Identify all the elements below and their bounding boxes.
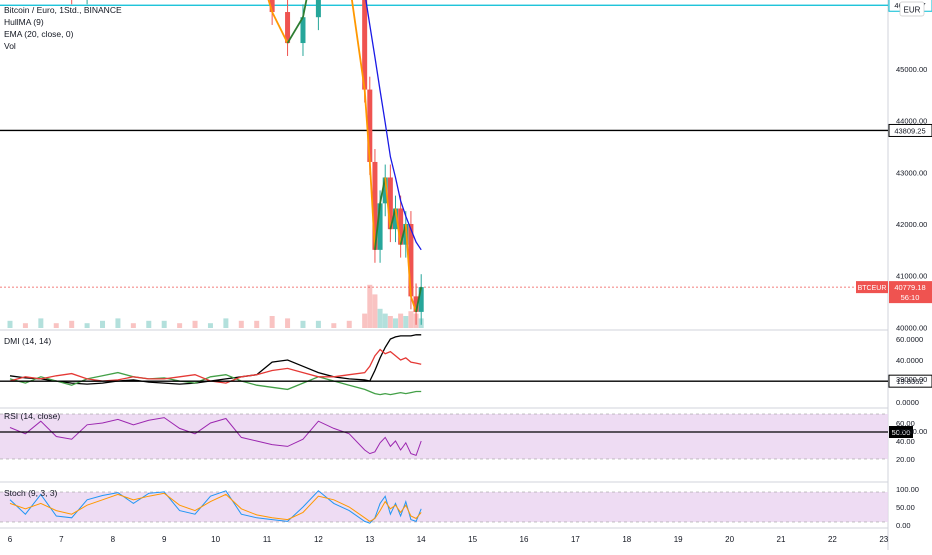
volume-bars xyxy=(7,284,424,328)
x-tick-label: 14 xyxy=(417,535,426,544)
volume-bar xyxy=(192,320,198,328)
indicator-lines xyxy=(267,0,423,313)
indicator-hull: HullMA (9) xyxy=(4,17,44,27)
volume-bar xyxy=(269,316,275,328)
volume-bar xyxy=(130,323,136,328)
volume-bar xyxy=(38,318,44,328)
volume-bar xyxy=(7,320,13,328)
volume-bar xyxy=(100,320,106,328)
volume-bar xyxy=(403,316,409,328)
x-tick-label: 21 xyxy=(777,535,786,544)
symbol-label: BTCEUR xyxy=(858,285,887,292)
stoch-tick-label: 100.00 xyxy=(896,485,919,494)
countdown-label: 56:10 xyxy=(901,293,920,302)
volume-bar xyxy=(238,320,244,328)
dmi-tick-label: 60.0000 xyxy=(896,335,923,344)
dmi-tick-label: 40.0000 xyxy=(896,356,923,365)
level-label: 43809.25 xyxy=(894,126,925,135)
volume-bar xyxy=(223,318,229,328)
volume-bar xyxy=(346,320,352,328)
indicator-ema: EMA (20, close, 0) xyxy=(4,29,74,39)
price-tick-label: 43000.00 xyxy=(896,168,927,177)
volume-bar xyxy=(408,311,414,328)
x-tick-label: 16 xyxy=(520,535,529,544)
volume-bar xyxy=(146,320,152,328)
price-tick-label: 44000.00 xyxy=(896,117,927,126)
volume-bar xyxy=(69,320,75,328)
price-tick-label: 39000.00 xyxy=(896,375,927,384)
x-tick-label: 8 xyxy=(111,535,116,544)
volume-bar xyxy=(393,318,398,328)
volume-bar xyxy=(177,323,183,328)
candle-body xyxy=(315,0,321,18)
volume-bar xyxy=(115,318,121,328)
x-tick-label: 10 xyxy=(211,535,220,544)
stoch-band xyxy=(0,492,888,522)
price-tick-label: 45000.00 xyxy=(896,65,927,74)
volume-bar xyxy=(254,320,260,328)
rsi-tick-label: 40.00 xyxy=(896,437,915,446)
volume-bar xyxy=(53,323,59,328)
x-tick-label: 15 xyxy=(468,535,477,544)
volume-bar xyxy=(161,320,167,328)
volume-bar xyxy=(22,323,28,328)
x-tick-label: 17 xyxy=(571,535,580,544)
x-tick-label: 19 xyxy=(674,535,683,544)
rsi-band xyxy=(0,414,888,459)
chart-root: 50057.4549213.5247917.3547224.8746231.27… xyxy=(0,0,932,550)
x-tick-label: 7 xyxy=(59,535,64,544)
stoch-tick-label: 50.00 xyxy=(896,503,915,512)
volume-bar xyxy=(331,323,337,328)
currency-badge-label: EUR xyxy=(904,6,921,15)
volume-bar xyxy=(362,313,368,328)
volume-bar xyxy=(300,320,306,328)
x-tick-label: 20 xyxy=(725,535,734,544)
dmi-minus-line xyxy=(9,348,422,384)
volume-bar xyxy=(377,308,383,328)
indicator-vol: Vol xyxy=(4,41,16,51)
dmi-tick-label: 0.0000 xyxy=(896,398,919,407)
dmi-title: DMI (14, 14) xyxy=(4,336,51,346)
x-tick-label: 22 xyxy=(828,535,837,544)
x-tick-label: 23 xyxy=(879,535,888,544)
price-levels: 50057.4549213.5247917.3547224.8746231.27… xyxy=(0,0,932,304)
chart-title: Bitcoin / Euro, 1Std., BINANCE xyxy=(4,5,122,15)
volume-bar xyxy=(315,320,321,328)
price-tick-label: 42000.00 xyxy=(896,220,927,229)
volume-bar xyxy=(387,316,393,328)
volume-bar xyxy=(84,323,90,328)
volume-bar xyxy=(367,284,373,328)
volume-bar xyxy=(382,313,388,328)
volume-bar xyxy=(285,318,291,328)
stoch-title: Stoch (9, 3, 3) xyxy=(4,488,58,498)
x-tick-label: 18 xyxy=(622,535,631,544)
x-tick-label: 6 xyxy=(8,535,13,544)
x-tick-label: 13 xyxy=(365,535,374,544)
rsi-title: RSI (14, close) xyxy=(4,411,60,421)
volume-bar xyxy=(372,294,378,328)
stoch-tick-label: 0.00 xyxy=(896,521,911,530)
x-tick-label: 9 xyxy=(162,535,167,544)
chart-svg: 50057.4549213.5247917.3547224.8746231.27… xyxy=(0,0,932,550)
price-tick-label: 40000.00 xyxy=(896,323,927,332)
price-tick-label: 41000.00 xyxy=(896,272,927,281)
rsi-tick-label: 20.00 xyxy=(896,455,915,464)
last-price-label: 40779.18 xyxy=(894,283,925,292)
price-tick-label: 38000.00 xyxy=(896,427,927,436)
axes: 45000.00 44000.00 43000.00 42000.00 41000.00… xyxy=(8,65,928,544)
volume-bar xyxy=(398,313,404,328)
x-tick-label: 12 xyxy=(314,535,323,544)
volume-bar xyxy=(207,323,213,328)
x-tick-label: 11 xyxy=(263,535,272,544)
candles xyxy=(71,0,424,325)
